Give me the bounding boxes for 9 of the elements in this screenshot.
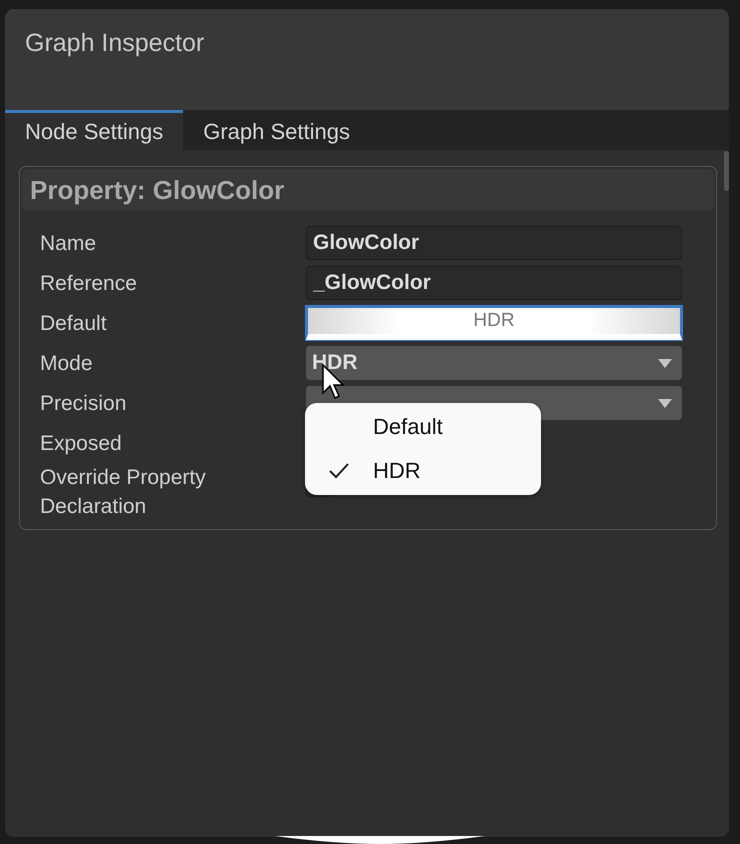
field-label: Reference <box>40 270 138 296</box>
field-label: Name <box>40 230 98 256</box>
window-title: Graph Inspector <box>25 29 204 57</box>
field-label: Default <box>40 310 108 336</box>
property-title: Property: GlowColor <box>30 174 284 206</box>
field-label: Exposed <box>40 430 123 456</box>
field-label: Precision <box>40 390 128 416</box>
field-label: Mode <box>40 350 94 376</box>
field-label: Override Property Declaration <box>40 465 207 520</box>
